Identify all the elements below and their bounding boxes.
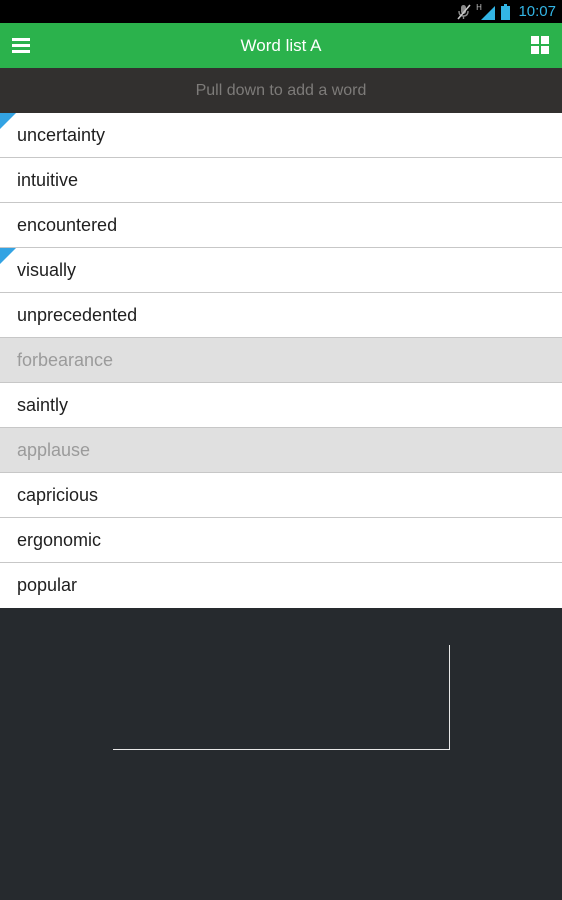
menu-button[interactable] (8, 31, 36, 59)
decorative-bracket (113, 645, 450, 750)
word-text: forbearance (17, 350, 114, 370)
flag-marker (0, 113, 16, 129)
muted-mic-icon (457, 3, 472, 20)
list-item[interactable]: saintly (0, 383, 562, 428)
list-item[interactable]: encountered (0, 203, 562, 248)
svg-text:H: H (476, 3, 482, 12)
battery-icon (501, 3, 511, 20)
word-text: uncertainty (17, 125, 106, 145)
list-item[interactable]: popular (0, 563, 562, 608)
word-text: unprecedented (17, 305, 138, 325)
word-text: applause (17, 440, 91, 460)
list-item[interactable]: forbearance (0, 338, 562, 383)
status-time: 10:07 (518, 3, 556, 20)
grid-view-button[interactable] (528, 33, 552, 57)
word-text: capricious (17, 485, 99, 505)
list-item[interactable]: applause (0, 428, 562, 473)
list-item[interactable]: unprecedented (0, 293, 562, 338)
list-item[interactable]: capricious (0, 473, 562, 518)
flag-marker (0, 248, 16, 264)
status-icons: H 10:07 (457, 0, 556, 23)
word-text: popular (17, 575, 78, 595)
word-text: encountered (17, 215, 118, 235)
word-text: ergonomic (17, 530, 102, 550)
app-bar: Word list A (0, 23, 562, 68)
word-text: visually (17, 260, 77, 280)
list-item[interactable]: intuitive (0, 158, 562, 203)
list-item[interactable]: ergonomic (0, 518, 562, 563)
status-bar: H 10:07 (0, 0, 562, 23)
pull-to-add-area[interactable]: Pull down to add a word (0, 68, 562, 113)
signal-h-icon: H (476, 3, 496, 20)
page-title: Word list A (240, 36, 322, 55)
list-item[interactable]: uncertainty (0, 113, 562, 158)
grid-view-icon (531, 36, 549, 54)
word-list: uncertainty intuitive encountered visual… (0, 113, 562, 608)
word-text: saintly (17, 395, 69, 415)
pull-hint-text: Pull down to add a word (195, 82, 367, 99)
word-text: intuitive (17, 170, 79, 190)
list-item[interactable]: visually (0, 248, 562, 293)
hamburger-menu-icon (12, 38, 30, 53)
